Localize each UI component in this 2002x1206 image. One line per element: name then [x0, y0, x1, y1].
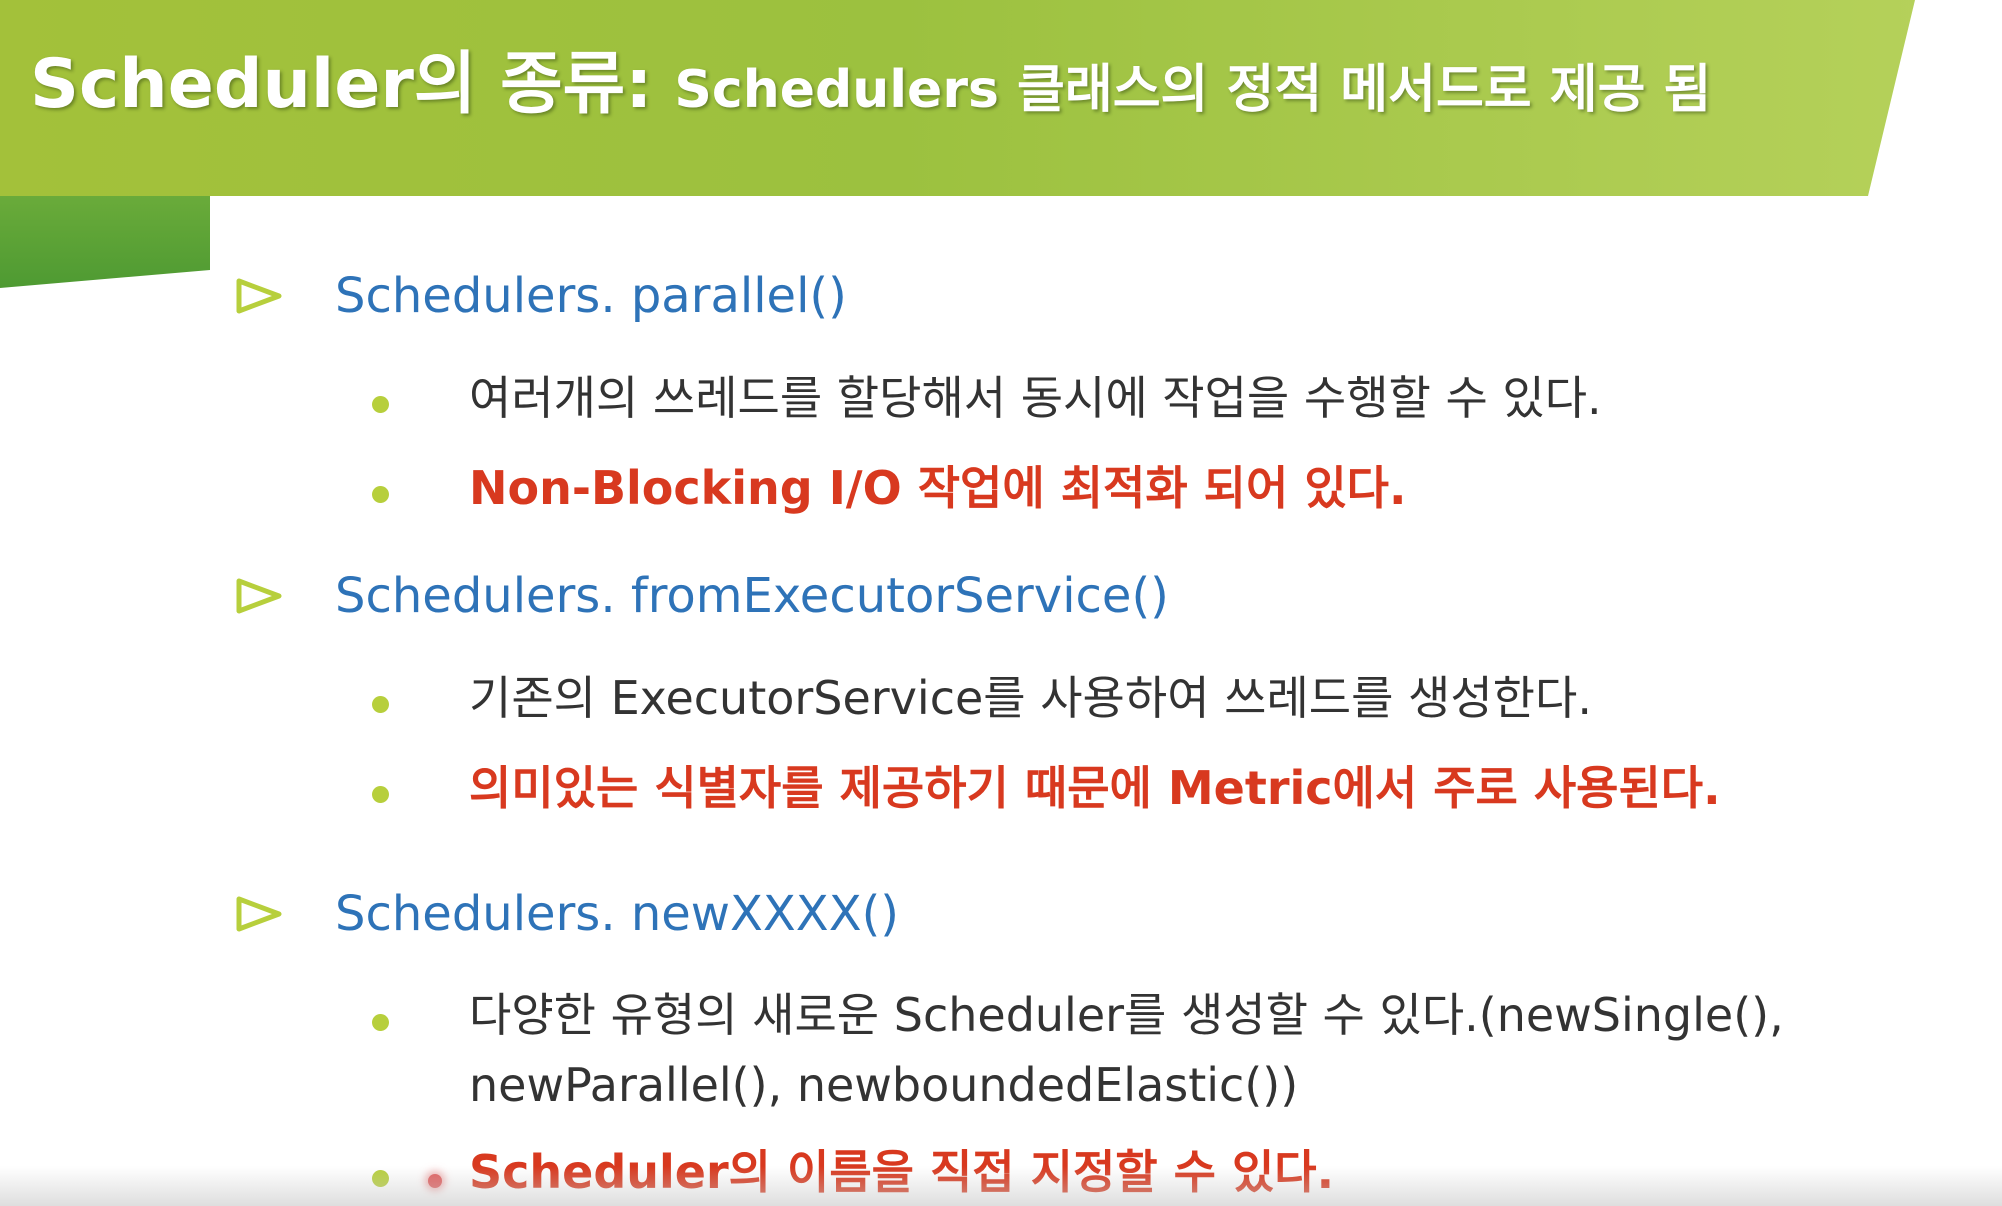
- triangle-outline-icon: [236, 278, 282, 314]
- list-item: Non-Blocking I/O 작업에 최적화 되어 있다.: [372, 461, 1406, 524]
- list-item: 여러개의 쓰레드를 할당해서 동시에 작업을 수행할 수 있다.: [372, 371, 1602, 434]
- bullet-text-highlight: Non-Blocking I/O 작업에 최적화 되어 있다.: [469, 461, 1407, 515]
- bullet-dot-icon: [372, 396, 389, 413]
- bullet-text-highlight: 의미있는 식별자를 제공하기 때문에 Metric에서 주로 사용된다.: [469, 761, 1721, 815]
- bullet-dot-icon: [372, 696, 389, 713]
- triangle-outline-icon: [236, 578, 282, 614]
- list-item: 의미있는 식별자를 제공하기 때문에 Metric에서 주로 사용된다.: [372, 761, 1721, 824]
- bullet-dot-icon: [372, 786, 389, 803]
- bottom-fade: [0, 1166, 2002, 1206]
- title-sub: Schedulers 클래스의 정적 메서드로 제공 됨: [674, 60, 1712, 120]
- bullet-dot-icon: [372, 486, 389, 503]
- section-heading-parallel: Schedulers. parallel(): [235, 266, 847, 326]
- section-heading-text: Schedulers. newXXXX(): [335, 886, 900, 942]
- section-heading-text: Schedulers. parallel(): [335, 268, 847, 324]
- section-heading-text: Schedulers. fromExecutorService(): [335, 568, 1169, 624]
- bullet-text: 기존의 ExecutorService를 사용하여 쓰레드를 생성한다.: [469, 671, 1592, 725]
- section-heading-new-xxxx: Schedulers. newXXXX(): [235, 884, 899, 944]
- slide: Scheduler의 종류: Schedulers 클래스의 정적 메서드로 제공…: [0, 0, 2002, 1206]
- bullet-text: 여러개의 쓰레드를 할당해서 동시에 작업을 수행할 수 있다.: [469, 371, 1602, 425]
- slide-title: Scheduler의 종류: Schedulers 클래스의 정적 메서드로 제공…: [30, 28, 1711, 127]
- title-main: Scheduler의 종류:: [30, 45, 653, 124]
- section-heading-from-executor-service: Schedulers. fromExecutorService(): [235, 566, 1169, 626]
- bullet-text: 다양한 유형의 새로운 Scheduler를 생성할 수 있다.(newSing…: [469, 980, 1784, 1120]
- list-item: 기존의 ExecutorService를 사용하여 쓰레드를 생성한다.: [372, 671, 1592, 734]
- header-wedge: [0, 196, 210, 288]
- triangle-outline-icon: [236, 896, 282, 932]
- list-item: 다양한 유형의 새로운 Scheduler를 생성할 수 있다.(newSing…: [372, 988, 1784, 1120]
- bullet-text-line: newParallel(), newboundedElastic()): [469, 1058, 1299, 1112]
- bullet-text-line: 다양한 유형의 새로운 Scheduler를 생성할 수 있다.(newSing…: [469, 988, 1784, 1042]
- bullet-dot-icon: [372, 1014, 389, 1031]
